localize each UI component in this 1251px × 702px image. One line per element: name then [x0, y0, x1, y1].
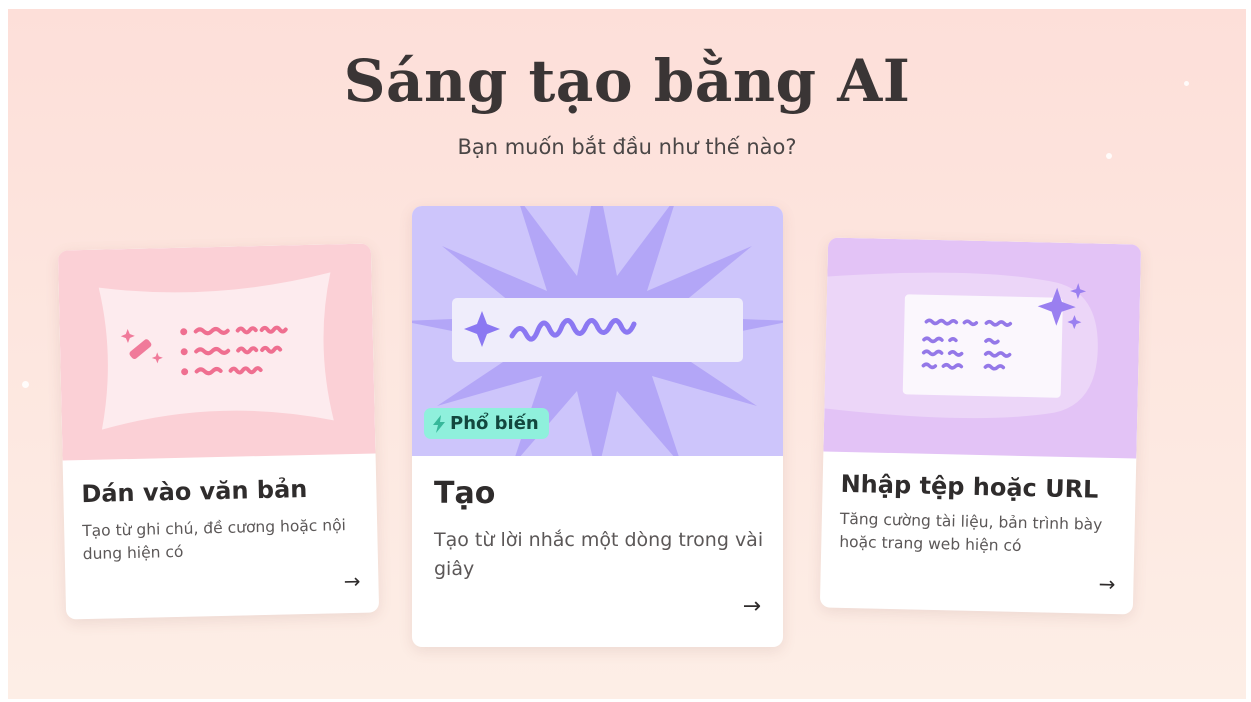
generate-card-title: Tạo [434, 476, 496, 511]
paste-text-illustration [57, 243, 376, 461]
generate-card-description: Tạo từ lời nhắc một dòng trong vài giây [434, 529, 764, 580]
paste-text-card-description: Tạo từ ghi chú, đề cương hoặc nội dung h… [82, 516, 347, 564]
popular-badge-label: Phổ biến [450, 413, 539, 434]
arrow-right-icon[interactable]: → [743, 594, 761, 619]
import-file-card-description: Tăng cường tài liệu, bản trình bày hoặc … [839, 509, 1103, 556]
creation-options-screen: Sáng tạo bằng AI Bạn muốn bắt đầu như th… [8, 9, 1246, 699]
import-file-illustration [823, 237, 1142, 459]
lightning-icon [433, 414, 445, 433]
generate-illustration: Phổ biến [412, 206, 783, 456]
arrow-right-icon[interactable]: → [343, 569, 360, 593]
page-title: Sáng tạo bằng AI [343, 47, 911, 115]
page-subtitle: Bạn muốn bắt đầu như thế nào? [457, 135, 797, 159]
paste-text-card-title: Dán vào văn bản [81, 475, 308, 509]
background-sparkle [22, 381, 29, 388]
import-file-card-title: Nhập tệp hoặc URL [840, 469, 1099, 504]
paste-text-card[interactable]: Dán vào văn bản Tạo từ ghi chú, đề cương… [57, 243, 380, 620]
arrow-right-icon[interactable]: → [1098, 572, 1115, 596]
import-file-card[interactable]: Nhập tệp hoặc URL Tăng cường tài liệu, b… [819, 237, 1142, 615]
generate-card[interactable]: Phổ biến Tạo Tạo từ lời nhắc một dòng tr… [412, 206, 783, 647]
popular-badge: Phổ biến [424, 408, 549, 439]
